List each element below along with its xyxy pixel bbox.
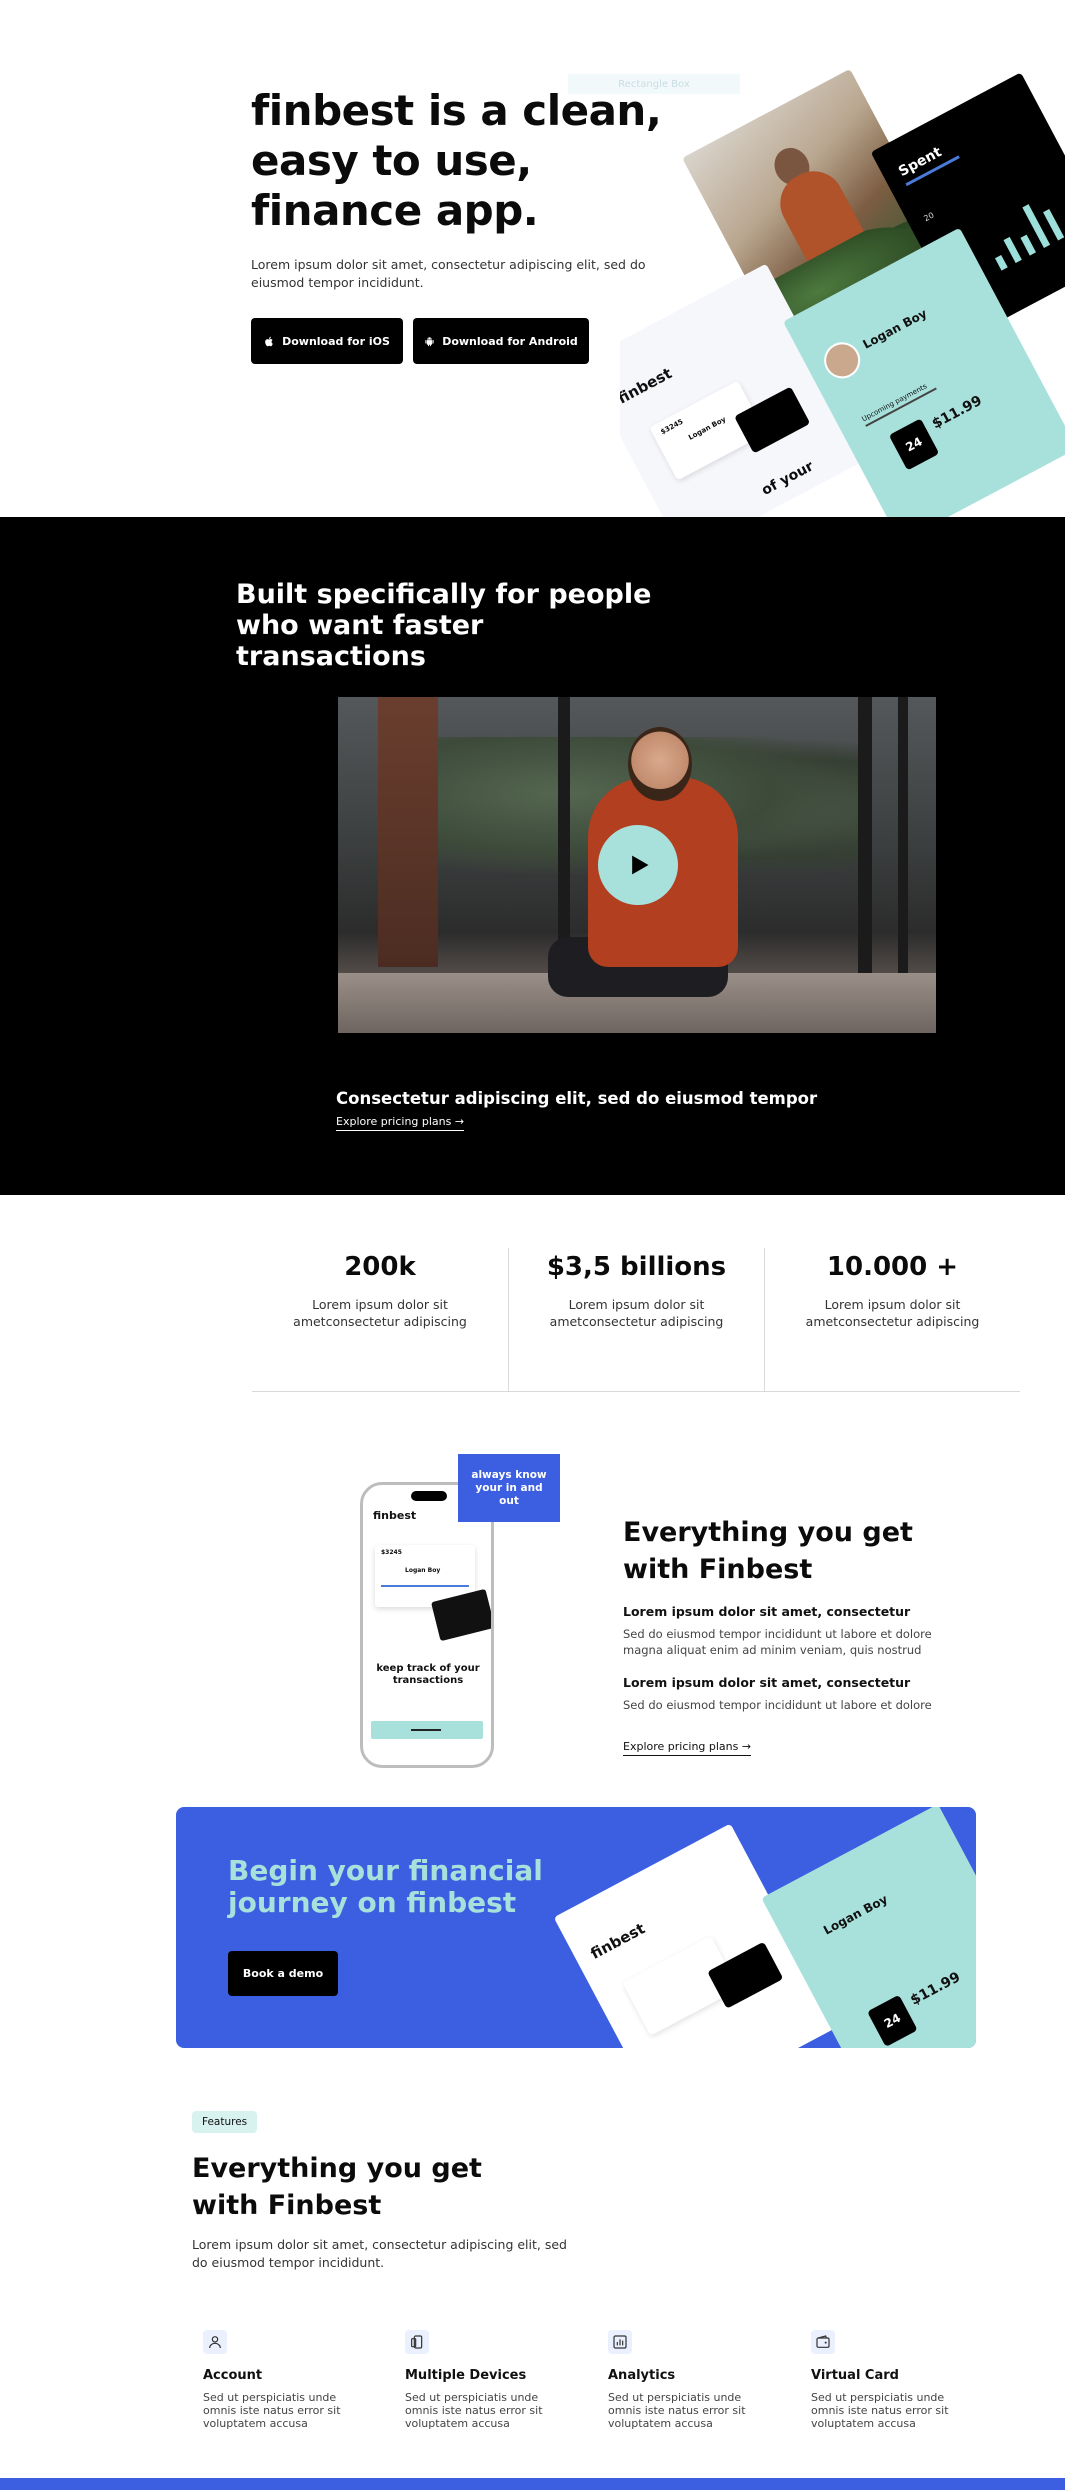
phone-mockup: finbest $3245 Logan Boy keep track of yo… [360,1482,494,1768]
feature-name: Multiple Devices [405,2368,527,2383]
feature-card-account: Account Sed ut perspiciatis unde omnis i… [203,2330,353,2430]
download-ios-button[interactable]: Download for iOS [251,318,403,364]
user-icon [203,2330,227,2354]
cta-banner: Begin your financial journey on finbest … [176,1807,976,2048]
phone-app-logo: finbest [373,1509,417,1522]
android-icon [425,336,434,346]
payment-price: $11.99 [929,392,985,433]
always-know-badge: always know your in and out [458,1454,560,1522]
hero-description: Lorem ipsum dolor sit amet, consectetur … [251,257,646,290]
stats-row: 200k Lorem ipsum dolor sit ametconsectet… [252,1248,1020,1392]
download-android-button[interactable]: Download for Android [413,318,589,364]
phone-amount: $3245 [381,1549,402,1556]
feature-title: Everything you get with Finbest [623,1517,913,1585]
date-day: 24 [903,434,925,455]
stat-value: 10.000 + [826,1252,959,1282]
features-description: Lorem ipsum dolor sit amet, consectetur … [192,2237,567,2270]
wallet-icon [811,2330,835,2354]
feature-text: Sed do eiusmod tempor incididunt ut labo… [623,1627,932,1657]
spent-bar [1043,209,1065,241]
feature-name: Analytics [608,2368,676,2383]
cta-app-logo: finbest [587,1919,648,1963]
stat-label: Lorem ipsum dolor sit ametconsectetur ad… [805,1297,980,1329]
feature-text: Sed ut perspiciatis unde omnis iste natu… [811,2391,949,2430]
mini-amount: $3245 [659,417,685,437]
feature-card-devices: Multiple Devices Sed ut perspiciatis und… [405,2330,555,2430]
hero-title: finbest is a clean, easy to use, finance… [251,86,662,235]
phone-progress [381,1585,469,1587]
feature-text: Sed do eiusmod tempor incididunt ut labo… [623,1698,932,1712]
hero-app-collage: Spent 20 10 0 finbest $3245 Logan Boy of… [620,60,1065,517]
features-pill: Features [192,2111,258,2133]
phone-notch [411,1491,447,1501]
stat-item: 10.000 + Lorem ipsum dolor sit ametconse… [764,1248,1020,1392]
cta-date-badge: 24 [867,1994,918,2047]
spent-axis-tick: 20 [922,210,936,224]
phone-name: Logan Boy [405,1567,441,1574]
stat-value: $3,5 billions [546,1252,727,1282]
apple-icon [265,336,273,346]
cta-title: Begin your financial journey on finbest [228,1854,543,1919]
app-logo: finbest [620,364,675,408]
analytics-icon [608,2330,632,2354]
explore-pricing-link[interactable]: Explore pricing plans → [623,1740,752,1756]
video-brick-wall [378,697,438,967]
feature-text: Sed ut perspiciatis unde omnis iste natu… [203,2391,341,2430]
spent-bar [1020,234,1036,256]
book-demo-button[interactable]: Book a demo [228,1951,338,1996]
hero-section: Rectangle Box finbest is a clean, easy t… [0,0,1065,517]
feature-card-analytics: Analytics Sed ut perspiciatis unde omnis… [608,2330,758,2430]
play-button[interactable] [598,825,678,905]
cta-date-day: 24 [881,2010,904,2031]
play-icon [632,855,649,875]
phone-bottom-bar [371,1721,483,1739]
avatar [817,336,867,385]
upcoming-label: Upcoming payments [860,382,929,424]
feature-heading: Lorem ipsum dolor sit amet, consectetur [623,1675,911,1690]
stat-item: 200k Lorem ipsum dolor sit ametconsectet… [252,1248,508,1392]
feature-heading: Lorem ipsum dolor sit amet, consectetur [623,1604,911,1619]
video-player[interactable] [338,697,936,1033]
devices-icon [405,2330,429,2354]
cta-profile-name: Logan Boy [821,1892,890,1938]
download-android-label: Download for Android [442,334,578,348]
download-ios-label: Download for iOS [282,334,390,348]
features-title: Everything you get with Finbest [192,2153,482,2221]
feature-name: Virtual Card [811,2368,899,2383]
feature-text: Sed ut perspiciatis unde omnis iste natu… [405,2391,543,2430]
feature-card-virtual-card: Virtual Card Sed ut perspiciatis unde om… [811,2330,961,2430]
video-subtitle: Consectetur adipiscing elit, sed do eius… [336,1089,818,1108]
video-section-title: Built specifically for people who want f… [236,579,652,672]
feature-name: Account [203,2368,263,2383]
spent-bar [994,254,1008,271]
profile-name: Logan Boy [860,306,930,352]
spent-bar [1003,236,1022,264]
app-bottom-text: of your [759,458,817,499]
stat-label: Lorem ipsum dolor sit ametconsectetur ad… [293,1297,467,1329]
explore-pricing-link[interactable]: Explore pricing plans → [336,1115,465,1131]
video-person-head [628,727,692,801]
feature-text: Sed ut perspiciatis unde omnis iste natu… [608,2391,746,2430]
stat-value: 200k [344,1252,416,1282]
phone-bar-line [411,1729,441,1731]
phone-caption: keep track of your transactions [376,1663,480,1686]
cta-price: $11.99 [907,1969,964,2009]
stat-item: $3,5 billions Lorem ipsum dolor sit amet… [508,1248,764,1392]
video-section: Built specifically for people who want f… [0,517,1065,1195]
footer-strip [0,2478,1065,2490]
mini-name: Logan Boy [687,415,728,442]
date-badge: 24 [888,418,940,471]
stat-label: Lorem ipsum dolor sit ametconsectetur ad… [549,1297,724,1329]
phone-mockup-area: finbest $3245 Logan Boy keep track of yo… [336,1454,626,1770]
